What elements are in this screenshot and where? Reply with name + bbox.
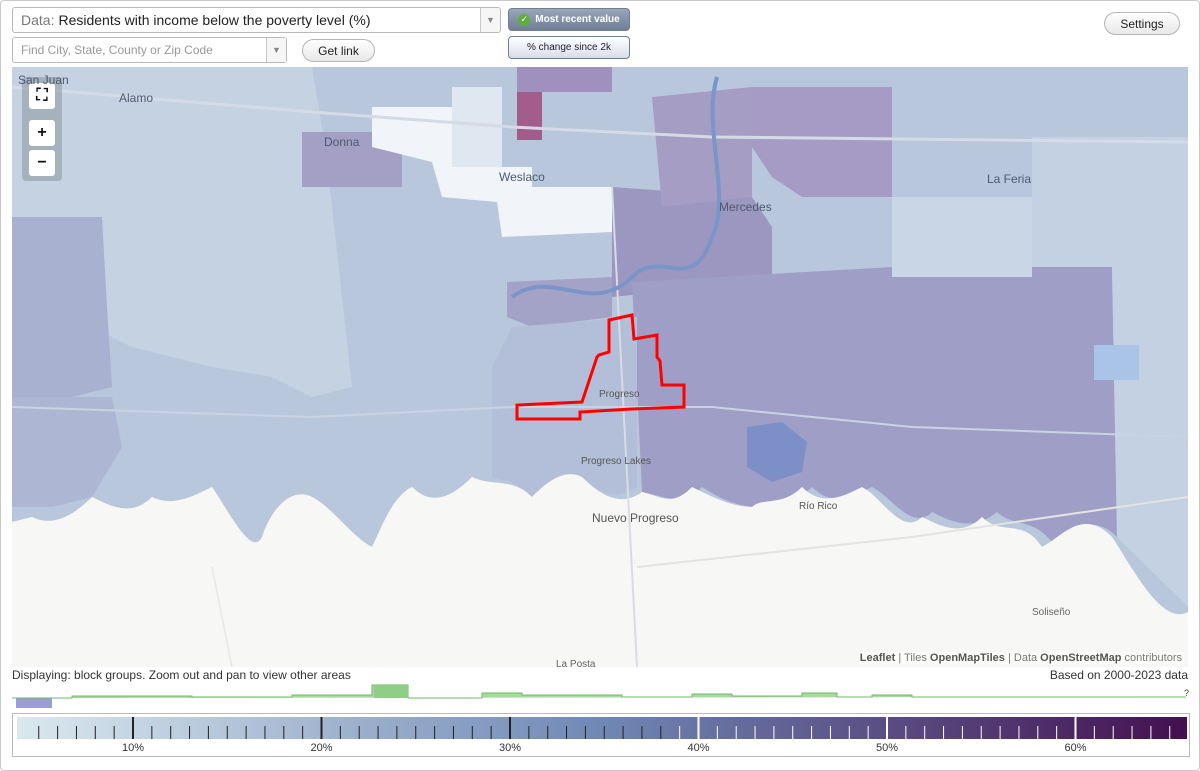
value-histogram: ? xyxy=(12,684,1189,708)
zoom-out-button[interactable]: − xyxy=(29,150,55,176)
most-recent-value-toggle[interactable]: ✓ Most recent value xyxy=(508,8,630,31)
data-select-prefix: Data: xyxy=(21,12,55,28)
histogram-line xyxy=(12,684,1186,699)
tract-la-feria xyxy=(892,197,1032,277)
data-years-status: Based on 2000-2023 data xyxy=(1049,668,1188,682)
attribution-contributors: contributors xyxy=(1121,652,1182,664)
attribution-leaflet-link[interactable]: Leaflet xyxy=(860,652,895,664)
label-la-feria: La Feria xyxy=(987,172,1032,186)
choropleth-layer xyxy=(12,67,1188,667)
label-progreso: Progreso xyxy=(599,389,640,400)
attribution-tiles-link[interactable]: OpenMapTiles xyxy=(930,652,1005,664)
legend-tick-label: 20% xyxy=(310,742,332,754)
legend-scale: 10% 20% 30% 40% 50% 60% xyxy=(17,717,1187,754)
data-select-value: Residents with income below the poverty … xyxy=(58,12,371,28)
map-attribution: Leaflet | Tiles OpenMapTiles | Data Open… xyxy=(857,652,1184,664)
legend-tick-label: 40% xyxy=(687,742,709,754)
legend-tick-label: 50% xyxy=(876,742,898,754)
search-dropdown-chevron-icon[interactable]: ▼ xyxy=(266,38,286,62)
label-donna: Donna xyxy=(324,135,360,149)
legend-tick-label: 10% xyxy=(122,742,144,754)
histogram-unknown-label: ? xyxy=(1184,688,1189,698)
label-nuevo-progreso: Nuevo Progreso xyxy=(592,511,679,525)
percent-change-toggle[interactable]: % change since 2k xyxy=(508,36,630,59)
attribution-sep1: | Tiles xyxy=(895,652,930,664)
tract-dark-magenta xyxy=(517,92,542,140)
get-link-button[interactable]: Get link xyxy=(302,39,375,62)
label-rio-rico: Río Rico xyxy=(799,501,838,512)
label-soliseno: Soliseño xyxy=(1032,607,1071,618)
map-viewport[interactable]: ⛶ + − San Juan Alamo Donna Weslaco Merce… xyxy=(12,67,1188,667)
checkmark-icon: ✓ xyxy=(518,13,531,26)
tract-west-1 xyxy=(12,217,112,397)
settings-button[interactable]: Settings xyxy=(1104,12,1180,35)
location-search-input[interactable] xyxy=(13,38,263,62)
attribution-sep2: | Data xyxy=(1004,652,1041,664)
label-san-juan: San Juan xyxy=(18,73,69,87)
zoom-in-button[interactable]: + xyxy=(29,120,55,146)
attribution-osm-link[interactable]: OpenStreetMap xyxy=(1040,652,1121,664)
label-weslaco: Weslaco xyxy=(499,170,545,184)
zoom-controls: ⛶ + − xyxy=(22,77,62,181)
label-alamo: Alamo xyxy=(119,91,154,105)
display-level-status: Displaying: block groups. Zoom out and p… xyxy=(12,668,351,682)
tract-north-purple xyxy=(517,67,612,92)
legend-gradient xyxy=(17,717,1187,739)
chevron-down-icon[interactable]: ▼ xyxy=(480,8,500,32)
location-search[interactable]: ▼ xyxy=(12,37,287,63)
tract-mercedes-core xyxy=(652,87,752,207)
label-la-posta: La Posta xyxy=(556,659,596,667)
most-recent-value-label: Most recent value xyxy=(535,14,620,25)
water-body-east xyxy=(1094,345,1139,380)
histogram-bar-low xyxy=(16,698,52,708)
color-legend: 10% 20% 30% 40% 50% 60% xyxy=(12,713,1190,757)
label-progreso-lakes: Progreso Lakes xyxy=(581,456,652,467)
legend-tick-label: 60% xyxy=(1064,742,1086,754)
histogram-bar-peak xyxy=(374,685,408,698)
legend-tick-label: 30% xyxy=(499,742,521,754)
data-variable-select[interactable]: Data: Residents with income below the po… xyxy=(12,7,501,33)
label-mercedes: Mercedes xyxy=(719,200,772,214)
